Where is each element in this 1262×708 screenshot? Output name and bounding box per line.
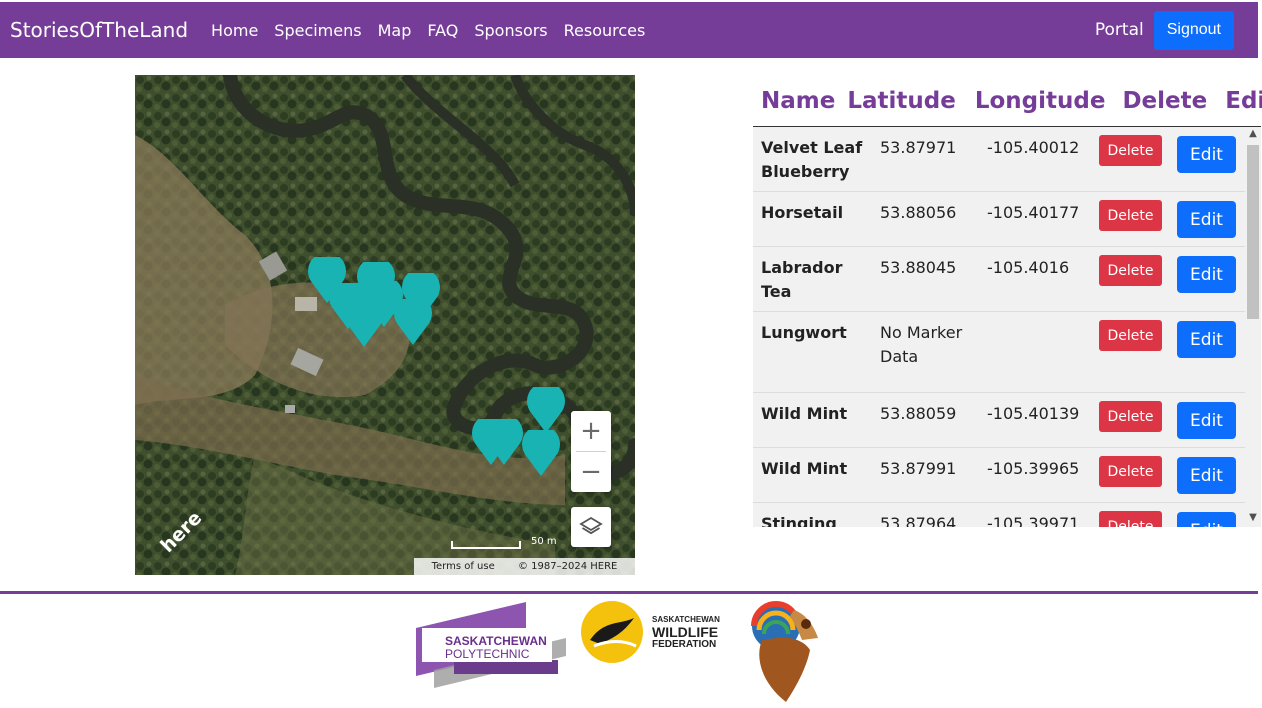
edit-button[interactable]: Edit [1177,512,1236,527]
scroll-up-arrow[interactable]: ▲ [1248,129,1258,139]
table-row: Wild Mint 53.87991 -105.39965 Delete Edi… [753,448,1245,503]
layers-button[interactable] [571,507,611,547]
nav-faq[interactable]: FAQ [427,21,458,40]
edit-button[interactable]: Edit [1177,402,1236,439]
delete-button[interactable]: Delete [1099,320,1162,351]
edit-button[interactable]: Edit [1177,457,1236,494]
nav-map[interactable]: Map [378,21,412,40]
specimen-marker[interactable] [345,301,383,347]
map-attribution: Terms of use © 1987–2024 HERE [414,558,635,575]
cell-latitude: 53.88056 [880,203,957,222]
header-delete: Delete [1122,87,1208,114]
header-longitude: Longitude [974,87,1106,114]
delete-button[interactable]: Delete [1099,255,1162,286]
header-edit: Edit [1225,87,1262,114]
header-name: Name [761,87,836,114]
cell-name: Horsetail [761,203,844,222]
navbar: StoriesOfTheLand Home Specimens Map FAQ … [0,2,1258,58]
nav-sponsors[interactable]: Sponsors [474,21,547,40]
scroll-thumb[interactable] [1247,145,1259,319]
cell-longitude: -105.40012 [987,138,1080,157]
swf-logo: SASKATCHEWAN WILDLIFE FEDERATION [581,601,720,663]
zoom-in-button[interactable]: + [571,411,611,451]
table-scrollbar[interactable]: ▲ ▼ [1245,127,1261,527]
zoom-control: + − [571,411,611,492]
scale-label: 50 m [531,536,557,547]
sponsor-logos-graphic: SASKATCHEWAN POLYTECHNIC SASKATCHEWAN WI… [416,601,818,702]
header-latitude: Latitude [847,87,956,114]
edit-button[interactable]: Edit [1177,321,1236,358]
cell-name: Velvet Leaf Blueberry [761,138,863,181]
delete-button[interactable]: Delete [1099,200,1162,231]
cell-longitude: -105.39971 [987,514,1080,527]
brand-link[interactable]: StoriesOfTheLand [10,18,188,42]
edit-button[interactable]: Edit [1177,136,1236,173]
nav-resources[interactable]: Resources [564,21,646,40]
sask-poly-line1: SASKATCHEWAN [445,634,547,648]
nav-right: Portal Signout [1095,10,1234,50]
nav-links: Home Specimens Map FAQ Sponsors Resource… [211,21,661,40]
specimen-marker[interactable] [485,419,523,465]
specimen-marker[interactable] [527,387,565,433]
zoom-out-button[interactable]: − [571,452,611,492]
layers-icon [579,516,603,535]
cell-name: Stinging [761,514,837,527]
cell-latitude: 53.88059 [880,404,957,423]
sask-polytechnic-logo: SASKATCHEWAN POLYTECHNIC [416,602,566,688]
edit-button[interactable]: Edit [1177,201,1236,238]
cell-latitude: No Marker Data [880,323,963,366]
cell-latitude: 53.87964 [880,514,957,527]
table-row: Wild Mint 53.88059 -105.40139 Delete Edi… [753,393,1245,448]
satellite-map[interactable]: + − here 50 m Terms of use © 1987–2024 H… [135,75,635,575]
specimen-marker[interactable] [522,430,560,476]
edit-button[interactable]: Edit [1177,256,1236,293]
cell-name: Wild Mint [761,404,848,423]
cell-longitude: -105.40139 [987,404,1080,423]
table-row: Velvet Leaf Blueberry 53.87971 -105.4001… [753,127,1245,192]
terms-of-use-link[interactable]: Terms of use [432,561,495,572]
cell-latitude: 53.88045 [880,258,957,277]
table-row: Labrador Tea 53.88045 -105.4016 Delete E… [753,247,1245,312]
table-row: Stinging 53.87964 -105.39971 Delete Edit [753,503,1245,527]
sponsor-logos: SASKATCHEWAN POLYTECHNIC SASKATCHEWAN WI… [414,600,844,704]
swf-line3: FEDERATION [652,639,716,650]
cell-latitude: 53.87971 [880,138,957,157]
sask-poly-line2: POLYTECHNIC [445,647,530,661]
table-row: Horsetail 53.88056 -105.40177 Delete Edi… [753,192,1245,247]
scale-bar [451,541,521,549]
specimen-marker[interactable] [394,299,432,345]
portal-link[interactable]: Portal [1095,20,1144,40]
nav-home[interactable]: Home [211,21,258,40]
cell-name: Wild Mint [761,459,848,478]
table-body[interactable]: Velvet Leaf Blueberry 53.87971 -105.4001… [753,127,1261,527]
table-header: Name Latitude Longitude Delete Edit [753,75,1262,127]
nav-specimens[interactable]: Specimens [274,21,361,40]
delete-button[interactable]: Delete [1099,456,1162,487]
cell-longitude: -105.39965 [987,459,1080,478]
cell-longitude: -105.4016 [987,258,1070,277]
indigenous-emblem-logo [751,601,818,702]
delete-button[interactable]: Delete [1099,135,1162,166]
delete-button[interactable]: Delete [1099,401,1162,432]
footer-divider [0,591,1258,594]
cell-name: Lungwort [761,323,847,342]
scroll-down-arrow[interactable]: ▼ [1248,513,1258,523]
cell-longitude: -105.40177 [987,203,1080,222]
cell-latitude: 53.87991 [880,459,957,478]
swf-line2: WILDLIFE [652,624,718,640]
swf-line1: SASKATCHEWAN [652,615,720,624]
signout-button[interactable]: Signout [1153,10,1234,50]
specimen-table: Name Latitude Longitude Delete Edit Velv… [753,75,1262,527]
cell-name: Labrador Tea [761,258,843,301]
delete-button[interactable]: Delete [1099,511,1162,527]
table-row: Lungwort No Marker Data Delete Edit [753,312,1245,393]
map-copyright: © 1987–2024 HERE [518,561,618,572]
